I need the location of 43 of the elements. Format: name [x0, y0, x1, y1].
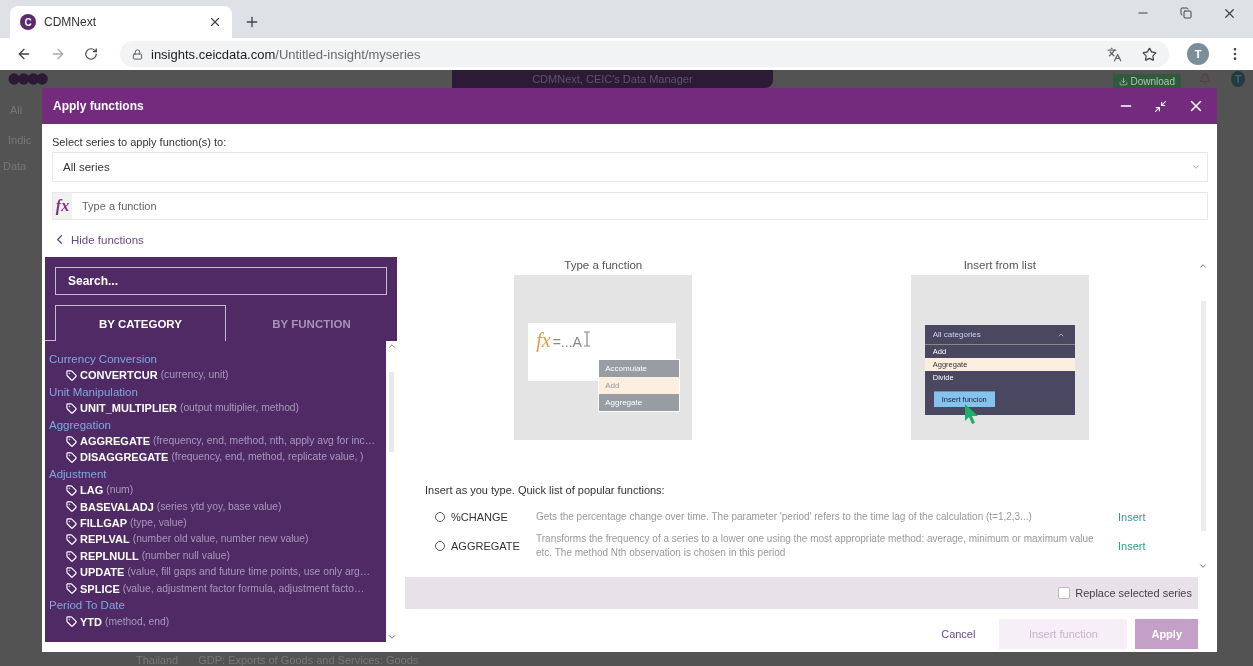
category-heading: Period To Date — [49, 598, 126, 614]
illustration-title: Insert from list — [963, 259, 1036, 271]
category-heading: Adjustment — [49, 466, 108, 482]
function-item[interactable]: REPLVAL (number old value, number new value) — [49, 531, 386, 548]
category-heading: Unit Manipulation — [49, 384, 139, 400]
function-item[interactable]: REPLNULL (number null value) — [49, 547, 386, 565]
category-heading: Currency Conversion — [49, 352, 158, 367]
tab-title: CDMNext — [44, 15, 97, 29]
tab[interactable]: BY CATEGORY — [55, 305, 226, 341]
function-item[interactable]: DISAGGREGATE (frequency, end, method, replicate value, ) — [49, 449, 386, 466]
function-item[interactable]: YTD (method, end) — [49, 613, 386, 630]
url-host: insights.ceicdata.com — [151, 46, 276, 62]
hide-functions-link[interactable]: Hide functions — [52, 232, 144, 247]
checkbox-label: Replace selected series — [1075, 587, 1192, 599]
field-label: Select series to apply function(s) to: — [52, 136, 228, 148]
function-item[interactable]: FILLGAP (type, value) — [49, 515, 386, 532]
function-name: %CHANGE — [451, 511, 509, 523]
dropdown-item: Add — [599, 377, 680, 394]
function-item[interactable]: SPLICE (value, adjustment factor formula, adjustment facto… — [49, 580, 386, 598]
favicon-icon: C — [20, 14, 36, 30]
function-item[interactable]: LAG (num) — [49, 482, 386, 499]
function-item[interactable]: UPDATE (value, fill gaps and future time points, use only arg… — [49, 564, 386, 581]
download-button[interactable]: Download — [1112, 74, 1181, 88]
url-path: /Untitled-insight/myseries — [275, 46, 421, 62]
dropdown-item: Aggregate — [599, 394, 680, 411]
dropdown-item: Accomulate — [599, 360, 680, 377]
function-description: Gets the percentage change over time. The parameter 'period' refers to the time lag of the calculation (t=1,2,3...) — [536, 510, 1033, 524]
browser-tab[interactable]: C CDMNext — [10, 6, 232, 38]
category-heading: Aggregation — [49, 417, 113, 433]
series-select[interactable]: All series — [52, 152, 1208, 182]
function-item[interactable]: BASEVALADJ (series ytd yoy, base value) — [49, 498, 386, 516]
search-field[interactable]: Search... — [55, 267, 387, 295]
fx-icon: fx — [536, 329, 551, 352]
function-item[interactable]: CONVERTCUR (currency, unit) — [49, 367, 386, 384]
function-name: AGGREGATE — [451, 540, 521, 552]
dialog-title: Apply functions — [53, 99, 145, 113]
typed-text: =...A — [552, 334, 582, 350]
address-bar[interactable]: insights.ceicdata.com/Untitled-insight/myseries — [120, 41, 1169, 67]
section-heading: Insert as you type. Quick list of popular functions: — [425, 484, 666, 496]
function-description: Transforms the frequency of a series to a lower one using the most appropriate method: average, minimum or maximum value etc. The method Nth observation is chosen in this period — [536, 532, 1095, 560]
illustration-title: Type a function — [564, 259, 643, 271]
function-item[interactable]: UNIT_MULTIPLIER (output multiplier, method) — [49, 400, 386, 417]
function-item[interactable]: AGGREGATE (frequency, end, method, nth, apply avg for inc… — [49, 433, 386, 450]
